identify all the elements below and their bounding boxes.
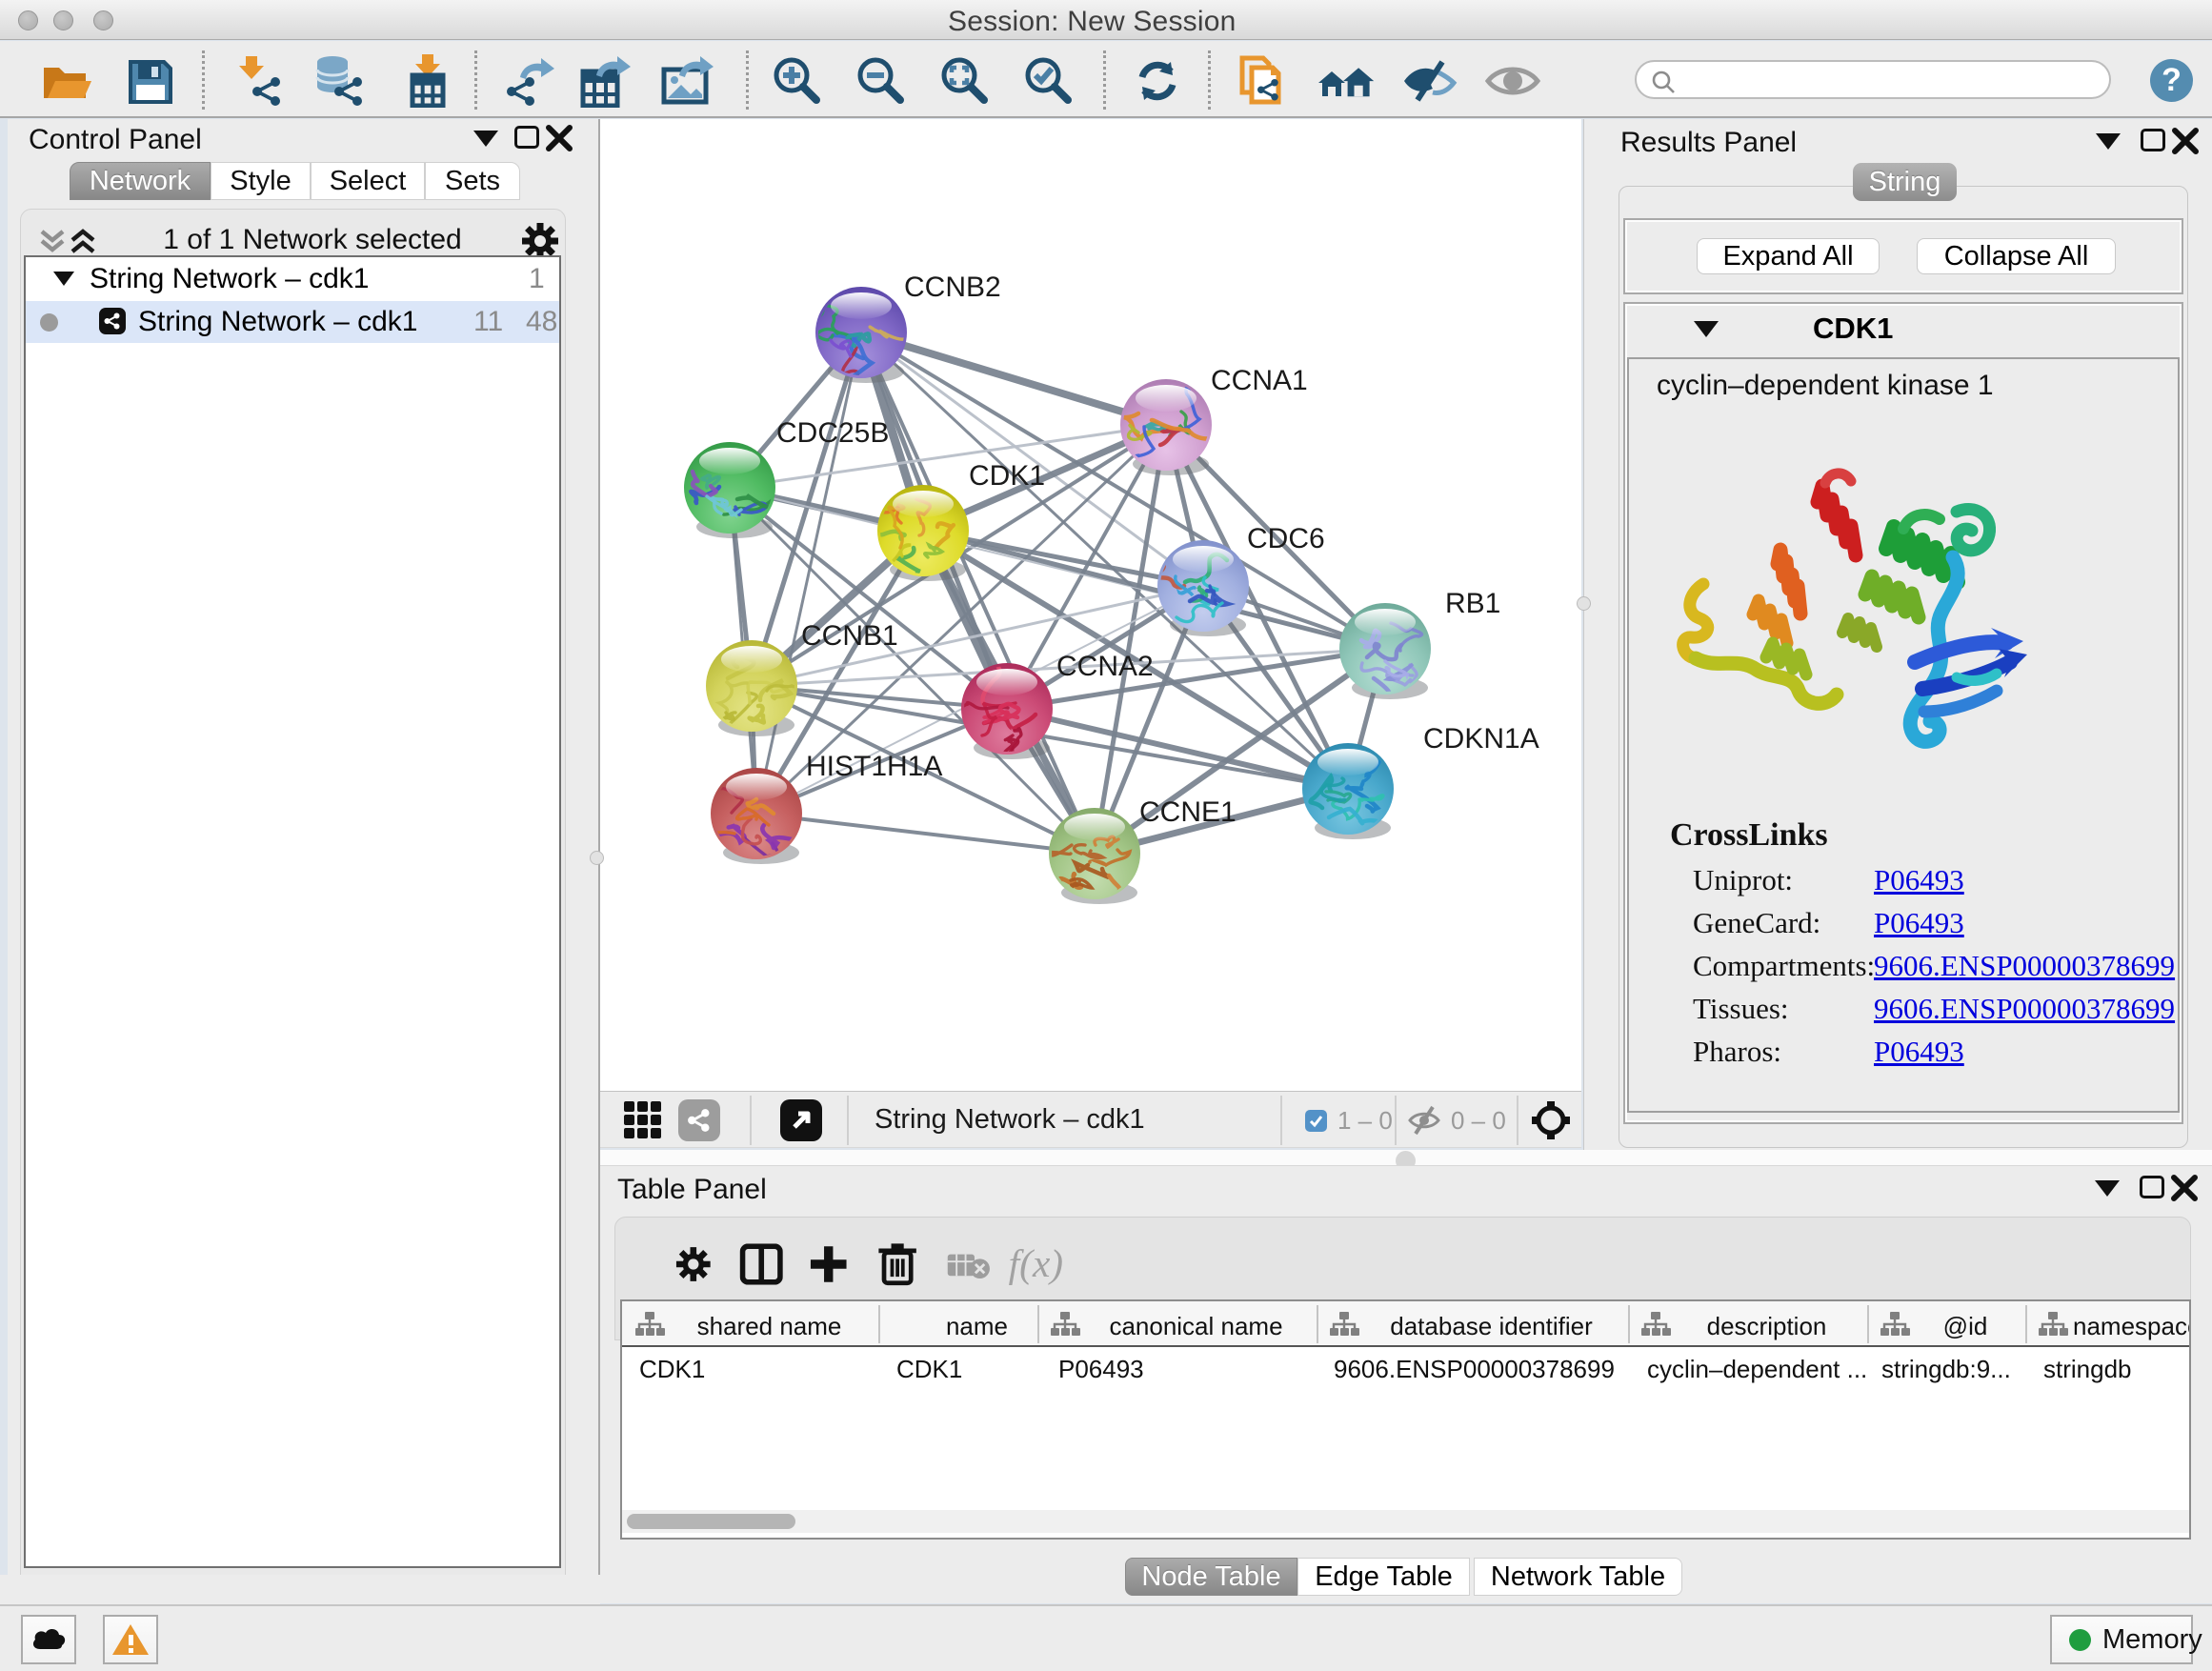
svg-text:CCNA2: CCNA2 xyxy=(1056,651,1154,682)
svg-text:RB1: RB1 xyxy=(1445,588,1500,619)
svg-text:CCNB2: CCNB2 xyxy=(904,272,1001,303)
svg-text:CDC6: CDC6 xyxy=(1247,523,1325,554)
svg-text:CDK1: CDK1 xyxy=(969,460,1045,492)
svg-text:CDKN1A: CDKN1A xyxy=(1423,723,1539,755)
svg-text:CCNA1: CCNA1 xyxy=(1211,365,1308,396)
svg-text:CCNE1: CCNE1 xyxy=(1139,796,1237,828)
svg-text:HIST1H1A: HIST1H1A xyxy=(806,751,942,782)
svg-text:CCNB1: CCNB1 xyxy=(801,620,898,652)
svg-text:CDC25B: CDC25B xyxy=(776,417,889,449)
